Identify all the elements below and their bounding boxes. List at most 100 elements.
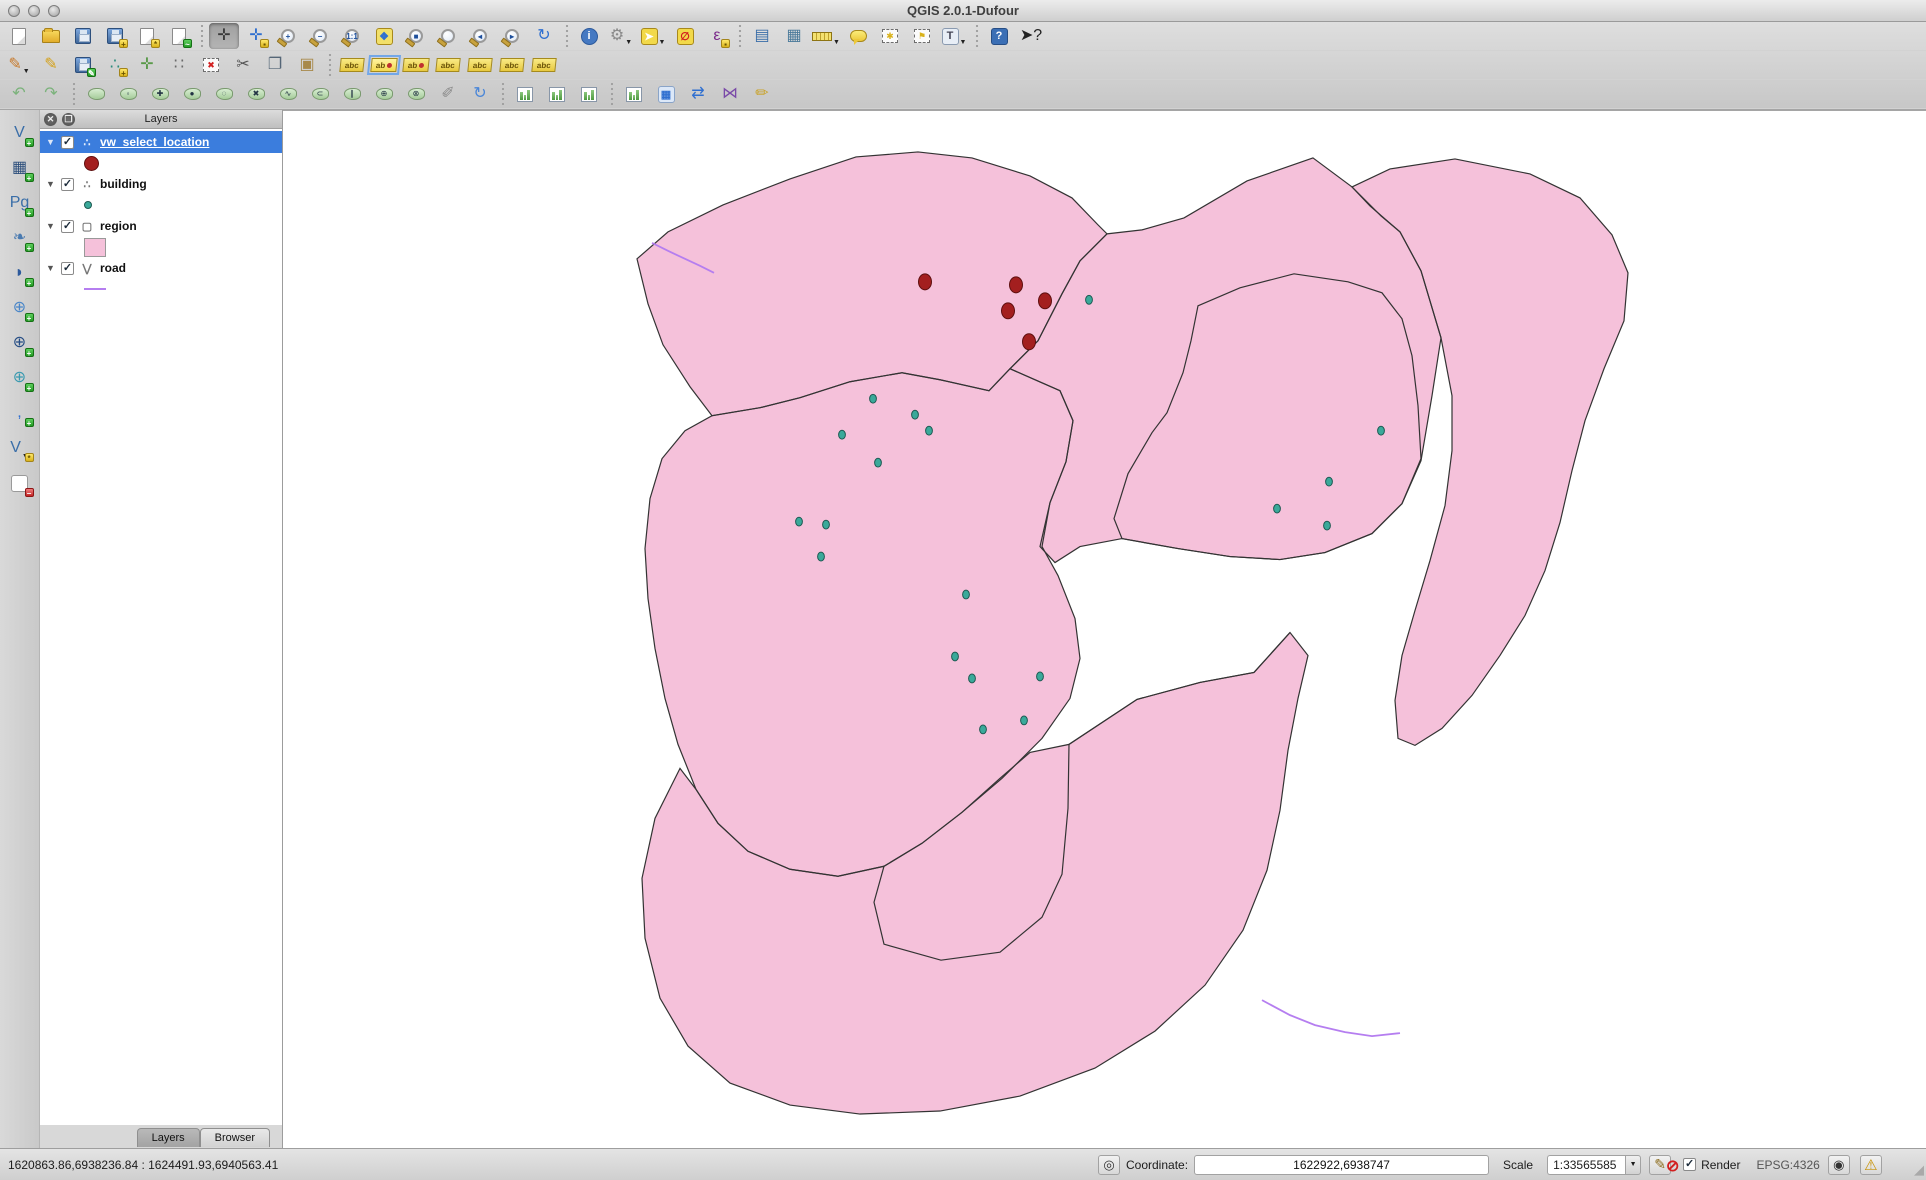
fill-ring-icon[interactable]: ● — [177, 81, 207, 107]
cut-features-icon[interactable]: ✂ — [228, 52, 258, 78]
rotate-feature-icon[interactable]: ↻ — [465, 81, 495, 107]
split-parts-icon[interactable]: ⊕ — [369, 81, 399, 107]
paste-features-icon[interactable]: ▣ — [292, 52, 322, 78]
layer-item-building[interactable]: ▼✓∴building — [40, 173, 282, 195]
crs-status-icon[interactable]: ◉ — [1828, 1155, 1850, 1175]
refresh-map-icon[interactable]: ↻ — [529, 23, 559, 49]
whats-this-icon[interactable]: ➤? — [1016, 23, 1046, 49]
remove-layer-icon[interactable]: − — [4, 468, 36, 498]
scale-dropdown-icon[interactable]: ▼ — [1625, 1155, 1641, 1175]
undo-icon[interactable]: ↶ — [4, 81, 34, 107]
zoom-window-button[interactable] — [48, 5, 60, 17]
new-bookmark-icon[interactable]: ✱ — [875, 23, 905, 49]
expand-triangle-icon[interactable]: ▼ — [46, 263, 56, 273]
zoom-out-icon[interactable]: − — [305, 23, 335, 49]
layer-visibility-checkbox[interactable]: ✓ — [61, 178, 74, 191]
expand-triangle-icon[interactable]: ▼ — [46, 221, 56, 231]
road-graph-icon[interactable]: ⋈ — [715, 81, 745, 107]
add-feature-icon[interactable]: ∴+ — [100, 52, 130, 78]
add-part-icon[interactable]: ✚ — [145, 81, 175, 107]
label-pin-hold-icon[interactable]: ab — [401, 52, 431, 78]
add-wms-layer-icon[interactable]: ⊕+ — [4, 293, 36, 323]
delete-part-icon[interactable]: ✖ — [241, 81, 271, 107]
label-show-hide-icon[interactable]: abc — [433, 52, 463, 78]
tab-layers[interactable]: Layers — [137, 1128, 200, 1147]
add-delimited-text-layer-icon[interactable]: ,+ — [4, 398, 36, 428]
zoom-full-extent-icon[interactable]: ❖ — [369, 23, 399, 49]
layer-item-vw_select_location[interactable]: ▼✓∴vw_select_location — [40, 131, 282, 153]
dropdown-arrow-icon[interactable]: ▼ — [625, 39, 632, 49]
render-checkbox[interactable]: ✓ — [1683, 1158, 1696, 1171]
copy-features-icon[interactable]: ❐ — [260, 52, 290, 78]
close-window-button[interactable] — [8, 5, 20, 17]
select-by-expression-icon[interactable]: ε▪ — [702, 23, 732, 49]
field-calculator-icon[interactable]: ▦ — [779, 23, 809, 49]
local-cumulative-stretch-icon[interactable] — [574, 81, 604, 107]
add-postgis-layer-icon[interactable]: Pg+ — [4, 188, 36, 218]
layer-item-region[interactable]: ▼✓▢region — [40, 215, 282, 237]
zoom-to-layer-icon[interactable] — [433, 23, 463, 49]
move-feature-icon[interactable]: ✛ — [132, 52, 162, 78]
simplify-feature-icon[interactable] — [81, 81, 111, 107]
offline-editing-convert-icon[interactable]: ▦ — [651, 81, 681, 107]
new-shapefile-layer-icon[interactable]: V*▼ — [4, 433, 36, 463]
full-histogram-stretch-icon[interactable] — [542, 81, 572, 107]
layer-visibility-checkbox[interactable]: ✓ — [61, 262, 74, 275]
full-cumulative-stretch-icon[interactable] — [619, 81, 649, 107]
label-abc-icon[interactable]: abc — [337, 52, 367, 78]
run-feature-action-icon[interactable]: ⚙▼ — [606, 23, 636, 49]
current-edits-icon[interactable]: ✎▼ — [4, 52, 34, 78]
dropdown-arrow-icon[interactable]: ▼ — [833, 39, 840, 49]
add-raster-layer-icon[interactable]: ▦+ — [4, 153, 36, 183]
show-bookmarks-icon[interactable]: ⚑ — [907, 23, 937, 49]
identify-features-icon[interactable]: i — [574, 23, 604, 49]
new-print-composer-icon[interactable]: * — [132, 23, 162, 49]
redo-icon[interactable]: ↷ — [36, 81, 66, 107]
resize-grip[interactable]: ◢ — [1914, 1162, 1924, 1178]
zoom-last-icon[interactable]: ◂ — [465, 23, 495, 49]
mouse-position-toggle-icon[interactable]: ◎ — [1098, 1155, 1120, 1175]
local-histogram-stretch-icon[interactable] — [510, 81, 540, 107]
save-project-icon[interactable] — [68, 23, 98, 49]
rotate-point-symbols-icon[interactable]: ✐ — [433, 81, 463, 107]
add-spatialite-layer-icon[interactable]: ❧+ — [4, 223, 36, 253]
pan-map-icon[interactable]: ✛ — [209, 23, 239, 49]
layer-item-road[interactable]: ▼✓⋁road — [40, 257, 282, 279]
log-messages-warning-icon[interactable]: ⚠ — [1860, 1155, 1882, 1175]
tab-browser[interactable]: Browser — [200, 1128, 270, 1147]
save-project-as-icon[interactable]: + — [100, 23, 130, 49]
text-annotation-icon[interactable]: T▼ — [939, 23, 969, 49]
python-console-icon[interactable]: ✏ — [747, 81, 777, 107]
dropdown-arrow-icon[interactable]: ▼ — [960, 39, 967, 49]
zoom-to-selection-icon[interactable]: ■ — [401, 23, 431, 49]
map-canvas[interactable] — [283, 110, 1926, 1148]
add-wfs-layer-icon[interactable]: ⊕+ — [4, 363, 36, 393]
stop-rendering-icon[interactable]: ✎ — [1649, 1155, 1671, 1175]
add-vector-layer-icon[interactable]: V+ — [4, 118, 36, 148]
dropdown-arrow-icon[interactable]: ▼ — [659, 39, 666, 49]
layer-visibility-checkbox[interactable]: ✓ — [61, 136, 74, 149]
select-features-icon[interactable]: ➤▼ — [638, 23, 668, 49]
zoom-next-icon[interactable]: ▸ — [497, 23, 527, 49]
delete-ring-icon[interactable]: ◌ — [209, 81, 239, 107]
merge-features-icon[interactable]: ⊗ — [401, 81, 431, 107]
map-tips-icon[interactable] — [843, 23, 873, 49]
new-project-icon[interactable] — [4, 23, 34, 49]
add-mssql-layer-icon[interactable]: ◗+ — [4, 258, 36, 288]
expand-triangle-icon[interactable]: ▼ — [46, 137, 56, 147]
dropdown-arrow-icon[interactable]: ▼ — [23, 68, 30, 78]
label-properties-icon[interactable]: abc — [529, 52, 559, 78]
node-tool-icon[interactable]: ∷ — [164, 52, 194, 78]
minimize-window-button[interactable] — [28, 5, 40, 17]
delete-selected-icon[interactable]: ✖ — [196, 52, 226, 78]
save-layer-edits-icon[interactable]: ✎ — [68, 52, 98, 78]
add-ring-icon[interactable]: ◦ — [113, 81, 143, 107]
measure-icon[interactable]: ▼ — [811, 23, 841, 49]
open-project-icon[interactable] — [36, 23, 66, 49]
open-attribute-table-icon[interactable]: ▤ — [747, 23, 777, 49]
deselect-all-icon[interactable]: ∅ — [670, 23, 700, 49]
composer-manager-icon[interactable]: ~ — [164, 23, 194, 49]
reshape-features-icon[interactable]: ∿ — [273, 81, 303, 107]
scale-combobox[interactable]: 1:33565585 ▼ — [1547, 1155, 1641, 1175]
label-pin-move-icon[interactable]: ab — [369, 52, 399, 78]
